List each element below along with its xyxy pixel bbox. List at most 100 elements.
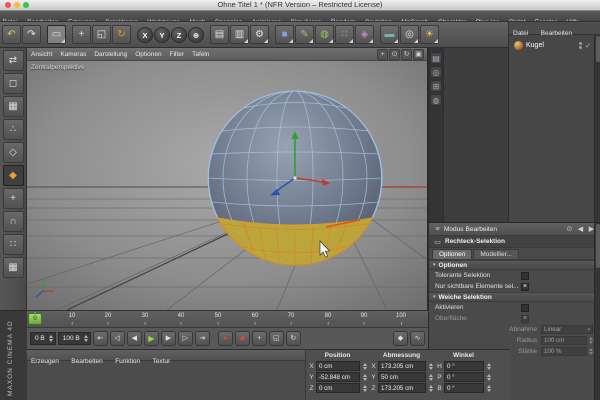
- object-enabled-check[interactable]: ✓: [585, 42, 591, 50]
- viewport-rotate-icon[interactable]: ↻: [401, 48, 412, 60]
- abnahme-dropdown[interactable]: Linear ▾: [541, 325, 593, 334]
- workplane-icon[interactable]: ▦: [2, 257, 24, 278]
- timeline-end-field[interactable]: 100 B: [57, 332, 91, 345]
- history-back-icon[interactable]: ◀: [576, 225, 585, 233]
- scrollbar-thumb[interactable]: [595, 36, 600, 62]
- oberflaeche-checkbox[interactable]: ×: [521, 314, 529, 323]
- timeline-current-frame-knob[interactable]: 0: [28, 313, 42, 325]
- start-frame-stepper[interactable]: [48, 335, 53, 342]
- viewport-zoom-icon[interactable]: ⊙: [389, 48, 400, 60]
- attribute-manager-scrollbar[interactable]: [594, 223, 600, 400]
- radius-field[interactable]: 100 cm: [541, 336, 587, 345]
- previous-frame-button[interactable]: ◀: [126, 331, 142, 346]
- render-settings-icon[interactable]: ⚙: [250, 25, 269, 44]
- film-icon[interactable]: ▤: [430, 52, 442, 64]
- position-z-stepper[interactable]: [363, 384, 367, 392]
- camera-object-icon[interactable]: ◎: [400, 25, 419, 44]
- aktivieren-checkbox[interactable]: [521, 303, 529, 312]
- texture-mode-icon[interactable]: ▦: [2, 96, 24, 117]
- vp-menu-kameras[interactable]: Kameras: [56, 51, 90, 58]
- floor-object-icon[interactable]: ▬: [380, 25, 399, 44]
- vp-menu-ansicht[interactable]: Ansicht: [27, 51, 56, 58]
- next-key-button[interactable]: ▷: [177, 331, 193, 346]
- viewport-toggle-icon[interactable]: ▣: [413, 48, 424, 60]
- vp-menu-filter[interactable]: Filter: [166, 51, 188, 58]
- nur-sichtbare-checkbox[interactable]: ×: [521, 282, 529, 291]
- angle-b-stepper[interactable]: [487, 384, 491, 392]
- size-z-stepper[interactable]: [429, 384, 433, 392]
- record-keyframe-button[interactable]: ●: [217, 331, 233, 346]
- edges-mode-icon[interactable]: ◇: [2, 142, 24, 163]
- position-y-field[interactable]: -52.848 cm: [316, 372, 360, 382]
- spline-pen-icon[interactable]: ✎: [295, 25, 314, 44]
- cube-primitive-icon[interactable]: ■: [275, 25, 294, 44]
- hamburger-menu-icon[interactable]: ≡: [433, 226, 442, 233]
- array-object-icon[interactable]: ∷: [335, 25, 354, 44]
- angle-b-field[interactable]: 0 °: [444, 383, 484, 393]
- deformer-icon[interactable]: ◈: [355, 25, 374, 44]
- polygons-mode-icon[interactable]: ◆: [2, 165, 24, 186]
- next-frame-button[interactable]: ▶: [160, 331, 176, 346]
- points-mode-icon[interactable]: ∴: [2, 119, 24, 140]
- snap-magnet-icon[interactable]: ∩: [2, 211, 24, 232]
- enable-axis-icon[interactable]: +: [2, 188, 24, 209]
- angle-h-stepper[interactable]: [487, 362, 491, 370]
- size-y-field[interactable]: 50 cm: [378, 372, 426, 382]
- size-y-stepper[interactable]: [429, 373, 433, 381]
- size-x-field[interactable]: 173.205 cm: [378, 361, 426, 371]
- coordinate-system-button[interactable]: ⊕: [188, 26, 204, 43]
- angle-h-field[interactable]: 0 °: [444, 361, 484, 371]
- rotate-tool-icon[interactable]: ↻: [112, 25, 131, 44]
- vp-menu-tafeln[interactable]: Tafeln: [188, 51, 213, 58]
- light-object-icon[interactable]: ☀: [420, 25, 439, 44]
- angle-p-field[interactable]: 0 °: [444, 372, 484, 382]
- autokey-button[interactable]: ◉: [234, 331, 250, 346]
- make-editable-icon[interactable]: ⇄: [2, 50, 24, 71]
- sphere-object[interactable]: [207, 90, 383, 266]
- move-tool-icon[interactable]: +: [72, 25, 91, 44]
- object-manager-scrollbar[interactable]: [594, 35, 600, 222]
- position-y-stepper[interactable]: [363, 373, 367, 381]
- zoom-button[interactable]: [23, 2, 29, 8]
- subdivision-surface-icon[interactable]: ◍: [315, 25, 334, 44]
- lock-z-axis-button[interactable]: Z: [171, 26, 187, 43]
- render-picture-viewer-icon[interactable]: ▥: [230, 25, 249, 44]
- previous-key-button[interactable]: ◁: [109, 331, 125, 346]
- mat-menu-funktion[interactable]: Funktion: [111, 356, 144, 367]
- vp-menu-optionen[interactable]: Optionen: [131, 51, 165, 58]
- visibility-dots[interactable]: [579, 42, 583, 49]
- tab-optionen[interactable]: Optionen: [432, 249, 473, 259]
- scrollbar-thumb[interactable]: [595, 224, 600, 268]
- sphere-icon[interactable]: ◍: [430, 94, 442, 106]
- close-button[interactable]: [5, 2, 11, 8]
- tolerante-selektion-checkbox[interactable]: [521, 271, 529, 280]
- model-mode-icon[interactable]: ◻: [2, 73, 24, 94]
- goto-end-button[interactable]: ⇥: [194, 331, 210, 346]
- quantize-icon[interactable]: ∷: [2, 234, 24, 255]
- tab-modellier[interactable]: Modellier...: [473, 249, 519, 259]
- undo-icon[interactable]: ↶: [2, 25, 21, 44]
- grid-icon[interactable]: ⊞: [430, 80, 442, 92]
- timeline-start-field[interactable]: 0 B: [30, 332, 56, 345]
- size-z-field[interactable]: 173.205 cm: [378, 383, 426, 393]
- object-list-item-kugel[interactable]: Kugel ✓: [509, 39, 600, 52]
- play-button[interactable]: ▶: [143, 331, 159, 346]
- section-optionen[interactable]: ▾ Optionen: [429, 260, 600, 270]
- viewport-pan-icon[interactable]: +: [377, 48, 388, 60]
- goto-start-button[interactable]: ⇤: [92, 331, 108, 346]
- record-scale-button[interactable]: ◱: [268, 331, 284, 346]
- mat-menu-textur[interactable]: Textur: [149, 356, 175, 367]
- lock-x-axis-button[interactable]: X: [137, 26, 153, 43]
- mat-menu-bearbeiten[interactable]: Bearbeiten: [67, 356, 106, 367]
- redo-icon[interactable]: ↷: [22, 25, 41, 44]
- record-position-button[interactable]: +: [251, 331, 267, 346]
- position-x-stepper[interactable]: [363, 362, 367, 370]
- vp-menu-darstellung[interactable]: Darstellung: [90, 51, 131, 58]
- lock-y-axis-button[interactable]: Y: [154, 26, 170, 43]
- staerke-stepper[interactable]: [589, 348, 593, 355]
- lock-icon[interactable]: ⊙: [565, 225, 574, 233]
- edit-menu[interactable]: Bearbeiten: [466, 226, 497, 233]
- fcurve-icon[interactable]: ∿: [410, 331, 425, 346]
- minimize-button[interactable]: [14, 2, 20, 8]
- end-frame-stepper[interactable]: [83, 335, 88, 342]
